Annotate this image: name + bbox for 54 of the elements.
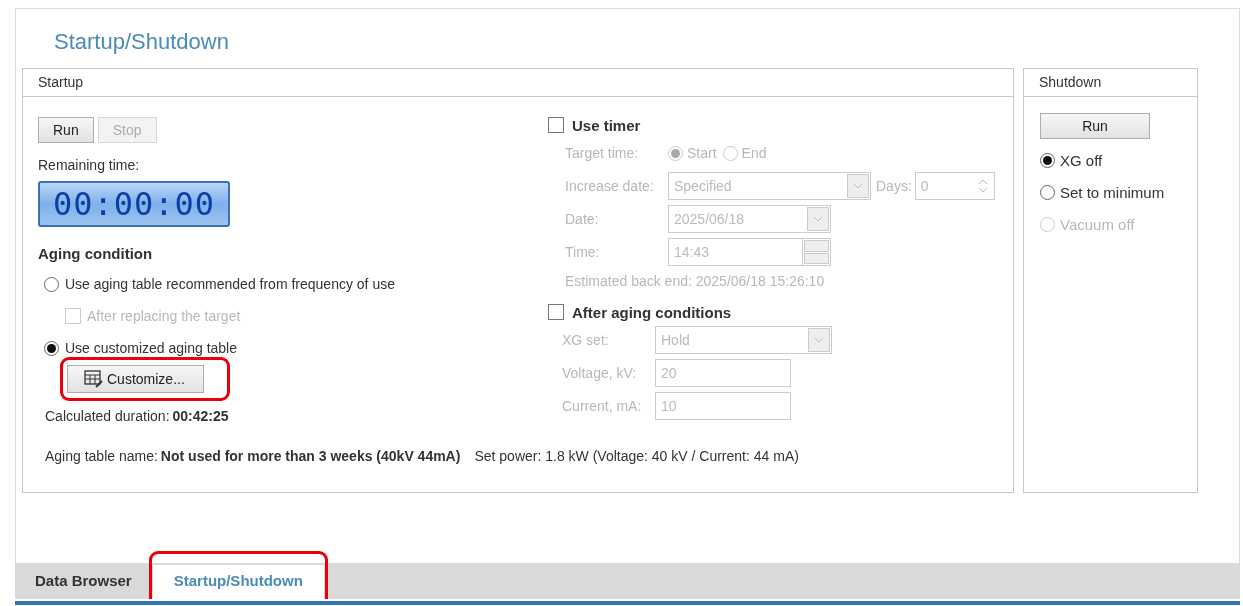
field-label: XG set: — [561, 332, 610, 348]
table-edit-icon — [84, 370, 104, 388]
option-label: After replacing the target — [87, 308, 241, 324]
field-label: Time: — [564, 244, 601, 260]
option-label: XG off — [1060, 151, 1103, 169]
checkbox[interactable] — [548, 304, 564, 320]
table-name-value: Not used for more than 3 weeks (40kV 44mA) — [160, 448, 461, 464]
radio-button[interactable] — [1040, 152, 1055, 168]
field-label: Date: — [564, 211, 600, 227]
date-field[interactable]: 2025/06/18 — [668, 205, 831, 233]
field-label: Current, mA: — [561, 398, 643, 414]
spin-buttons-icon — [802, 239, 830, 265]
section-heading: Aging condition — [38, 245, 154, 262]
option-label: Start — [687, 145, 717, 161]
set-power-text: Set power: 1.8 kW (Voltage: 40 kV / Current: 44 mA) — [474, 448, 799, 464]
duration-label: Calculated duration: — [45, 408, 170, 424]
timer-display: 00:00:00 — [38, 181, 230, 227]
radio-button[interactable] — [44, 276, 59, 292]
input-field[interactable]: 20 — [655, 359, 791, 387]
chevron-down-icon — [808, 328, 830, 352]
tab[interactable]: Startup/Shutdown — [152, 565, 324, 599]
chevron-down-icon — [847, 174, 869, 198]
checkbox-label: Use timer — [572, 116, 641, 134]
duration-value: 00:42:25 — [172, 408, 229, 424]
option-label: Set to minimum — [1060, 183, 1165, 201]
input-field[interactable]: 10 — [655, 392, 791, 420]
checkbox-label: After aging conditions — [572, 303, 732, 321]
field-label: Target time: — [564, 145, 640, 161]
field-label: Voltage, kV: — [561, 365, 638, 381]
radio-button[interactable] — [1040, 184, 1055, 200]
radio-button[interactable] — [44, 340, 59, 356]
spin-field[interactable]: 0 — [914, 172, 995, 200]
checkbox[interactable] — [548, 117, 564, 133]
option-label: Vacuum off — [1060, 215, 1135, 233]
up-down-arrows-icon — [977, 178, 988, 194]
estimated-end-text: Estimated back end: 2025/06/18 15:26:10 — [564, 273, 826, 289]
option-label: Use aging table recommended from frequency of use — [65, 276, 395, 292]
field-label: Days: — [876, 178, 912, 194]
table-name-label: Aging table name: — [45, 448, 158, 464]
page-title: Startup/Shutdown — [53, 28, 230, 56]
time-field[interactable]: 14:43 — [668, 238, 831, 266]
tab[interactable]: Data Browser — [21, 565, 146, 599]
option-label: Use customized aging table — [65, 340, 237, 356]
field-label: Increase date: — [564, 178, 655, 194]
run-button[interactable]: Run — [1040, 113, 1150, 139]
chevron-down-icon — [807, 207, 829, 231]
customize-button[interactable]: Customize... — [67, 365, 204, 393]
dropdown[interactable]: Specified — [668, 172, 871, 200]
remaining-time-label: Remaining time: — [38, 157, 141, 173]
dropdown[interactable]: Hold — [655, 326, 832, 354]
group-title: Shutdown — [1024, 69, 1197, 97]
run-button[interactable]: Run — [38, 117, 94, 143]
group-title: Startup — [23, 69, 1013, 97]
option-label: End — [741, 145, 767, 161]
